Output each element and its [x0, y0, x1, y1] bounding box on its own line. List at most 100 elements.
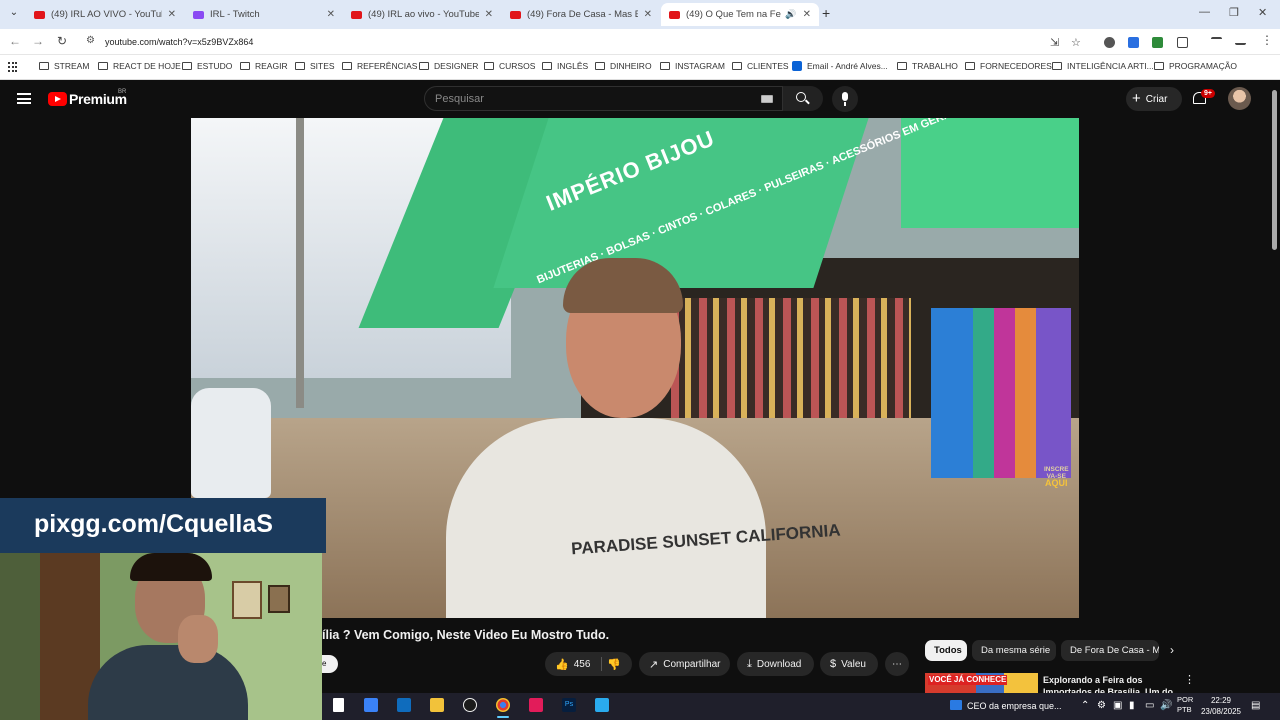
bookmark-item[interactable]: FORNECEDORES: [965, 61, 1052, 71]
bookmark-item[interactable]: SITES: [295, 61, 335, 71]
file-icon[interactable]: [333, 698, 344, 712]
recommended-more-icon[interactable]: ⋮: [1184, 673, 1195, 686]
forward-arrow-icon[interactable]: →: [32, 34, 44, 48]
capcut-icon[interactable]: [529, 698, 543, 712]
bookmark-item[interactable]: REACT DE HOJE: [98, 61, 181, 71]
more-actions-icon[interactable]: ⋯: [885, 652, 909, 676]
browser-menu-icon[interactable]: ⋮: [1261, 33, 1273, 47]
subscribe-button[interactable]: e: [322, 655, 338, 673]
bookmark-item[interactable]: PROGRAMAÇÃO: [1154, 61, 1237, 71]
outlook-icon[interactable]: [397, 698, 411, 712]
like-thumb-icon[interactable]: 👍: [555, 658, 569, 671]
speaker-icon[interactable]: 🔊: [785, 9, 796, 20]
extensions-puzzle-icon[interactable]: [1177, 37, 1188, 48]
url-text[interactable]: youtube.com/watch?v=x5z9BVZx864: [105, 37, 253, 47]
close-window-icon[interactable]: ✕: [1258, 6, 1267, 19]
chevron-up-icon[interactable]: ⌃: [1081, 700, 1089, 711]
thanks-button[interactable]: $ Valeu: [820, 652, 878, 676]
chip-same-series[interactable]: Da mesma série: [972, 640, 1056, 661]
extension-icon[interactable]: [1152, 37, 1163, 48]
apps-grid-icon[interactable]: [8, 62, 18, 72]
extension-icon[interactable]: [1128, 37, 1139, 48]
back-arrow-icon[interactable]: ←: [9, 34, 21, 48]
bookmark-item[interactable]: INGLÊS: [542, 61, 588, 71]
chevron-right-icon[interactable]: ›: [1170, 643, 1174, 657]
reload-icon[interactable]: ↻: [57, 34, 67, 48]
news-widget-icon[interactable]: [950, 700, 962, 710]
chip-all[interactable]: Todos: [925, 640, 967, 661]
like-count[interactable]: 456: [574, 659, 591, 670]
clock[interactable]: 22:29 23/08/2025: [1200, 695, 1242, 717]
video-bag-display: [671, 298, 911, 438]
bookmark-item[interactable]: INSTAGRAM: [660, 61, 725, 71]
dislike-thumb-icon[interactable]: 👎: [607, 658, 621, 671]
network-icon[interactable]: ▭: [1145, 700, 1154, 711]
tab-search-dropdown-icon[interactable]: ⌄: [6, 7, 22, 21]
close-tab-icon[interactable]: ✕: [485, 9, 493, 20]
chip-channel[interactable]: De Fora De Casa - Ma: [1061, 640, 1159, 661]
close-tab-icon[interactable]: ✕: [327, 9, 335, 20]
browser-tab-active[interactable]: (49) O Que Tem na Feira du 🔊 ✕: [661, 3, 819, 26]
telegram-icon[interactable]: [595, 698, 609, 712]
extension-icon[interactable]: [1104, 37, 1115, 48]
youtube-logo-icon[interactable]: [48, 92, 67, 106]
create-button[interactable]: + Criar: [1126, 87, 1182, 111]
search-input[interactable]: Pesquisar: [435, 93, 484, 105]
search-button[interactable]: [783, 86, 823, 111]
address-bar[interactable]: ⚙ youtube.com/watch?v=x5z9BVZx864 ⇲ ☆: [80, 32, 1092, 52]
streamer-hand: [178, 615, 218, 663]
bookmark-item[interactable]: REFERÊNCIAS: [342, 61, 417, 71]
close-tab-icon[interactable]: ✕: [168, 9, 176, 20]
share-button[interactable]: ↗ Compartilhar: [639, 652, 730, 676]
news-widget-text[interactable]: CEO da empresa que...: [967, 701, 1062, 711]
new-tab-button[interactable]: +: [822, 5, 830, 21]
bookmark-item[interactable]: DESIGNER: [419, 61, 478, 71]
browser-tab[interactable]: (49) Fora De Casa - Mas Em Ca ✕: [502, 3, 660, 26]
restore-window-icon[interactable]: ❐: [1229, 6, 1239, 19]
download-button[interactable]: ⤓ Download: [737, 652, 814, 676]
file-explorer-icon[interactable]: [430, 698, 444, 712]
bookmark-item[interactable]: Email - André Alves...: [792, 61, 888, 71]
browser-tab[interactable]: (49) IRL ao vivo - YouTube ✕: [343, 3, 501, 26]
voice-search-mic-icon[interactable]: [832, 86, 858, 112]
install-app-icon[interactable]: ⇲: [1050, 36, 1059, 49]
folder-icon: [342, 62, 352, 70]
folder-icon: [660, 62, 670, 70]
menu-hamburger-icon[interactable]: [17, 93, 31, 104]
bookmark-item[interactable]: CURSOS: [484, 61, 535, 71]
bookmark-item[interactable]: REAGIR: [240, 61, 288, 71]
language-indicator[interactable]: POR PTB: [1177, 695, 1193, 715]
bookmark-item[interactable]: INTELIGÊNCIA ARTI...: [1052, 61, 1154, 71]
page-scrollbar[interactable]: [1272, 90, 1277, 250]
system-tray-icon[interactable]: ▮: [1129, 700, 1135, 711]
volume-icon[interactable]: 🔊: [1160, 700, 1172, 711]
bookmark-item[interactable]: CLIENTES: [732, 61, 789, 71]
bookmark-item[interactable]: ESTUDO: [182, 61, 232, 71]
bookmark-label: STREAM: [54, 61, 90, 71]
photoshop-icon[interactable]: Ps: [562, 698, 576, 712]
minimize-window-icon[interactable]: —: [1199, 6, 1210, 18]
bookmark-item[interactable]: TRABALHO: [897, 61, 958, 71]
system-tray-icon[interactable]: ▣: [1113, 700, 1122, 711]
store-icon[interactable]: [364, 698, 378, 712]
obs-icon[interactable]: [463, 698, 477, 712]
site-info-icon[interactable]: ⚙: [86, 35, 95, 46]
search-box[interactable]: Pesquisar: [424, 86, 783, 111]
video-title: ília ? Vem Comigo, Neste Video Eu Mostro…: [322, 628, 610, 642]
search-icon: [796, 92, 806, 102]
keyboard-icon[interactable]: [761, 95, 773, 103]
bookmark-item[interactable]: DINHEIRO: [595, 61, 652, 71]
media-controls-icon[interactable]: [1211, 37, 1222, 45]
close-tab-icon[interactable]: ✕: [803, 9, 811, 20]
browser-tab[interactable]: IRL - Twitch ✕: [185, 3, 343, 26]
chrome-icon[interactable]: [496, 698, 510, 718]
browser-tab[interactable]: (49) IRL AO VIVO - YouTube ✕: [26, 3, 184, 26]
notification-center-icon[interactable]: ▤: [1251, 700, 1260, 711]
bookmark-item[interactable]: STREAM: [39, 61, 89, 71]
bookmark-star-icon[interactable]: ☆: [1071, 36, 1081, 49]
system-tray-icon[interactable]: ⚙: [1097, 700, 1106, 711]
tab-search-icon[interactable]: [1235, 37, 1246, 45]
close-tab-icon[interactable]: ✕: [644, 9, 652, 20]
account-avatar[interactable]: [1228, 87, 1251, 110]
subscribe-watermark[interactable]: INSCRE VA-SE AQUI: [1044, 466, 1069, 488]
